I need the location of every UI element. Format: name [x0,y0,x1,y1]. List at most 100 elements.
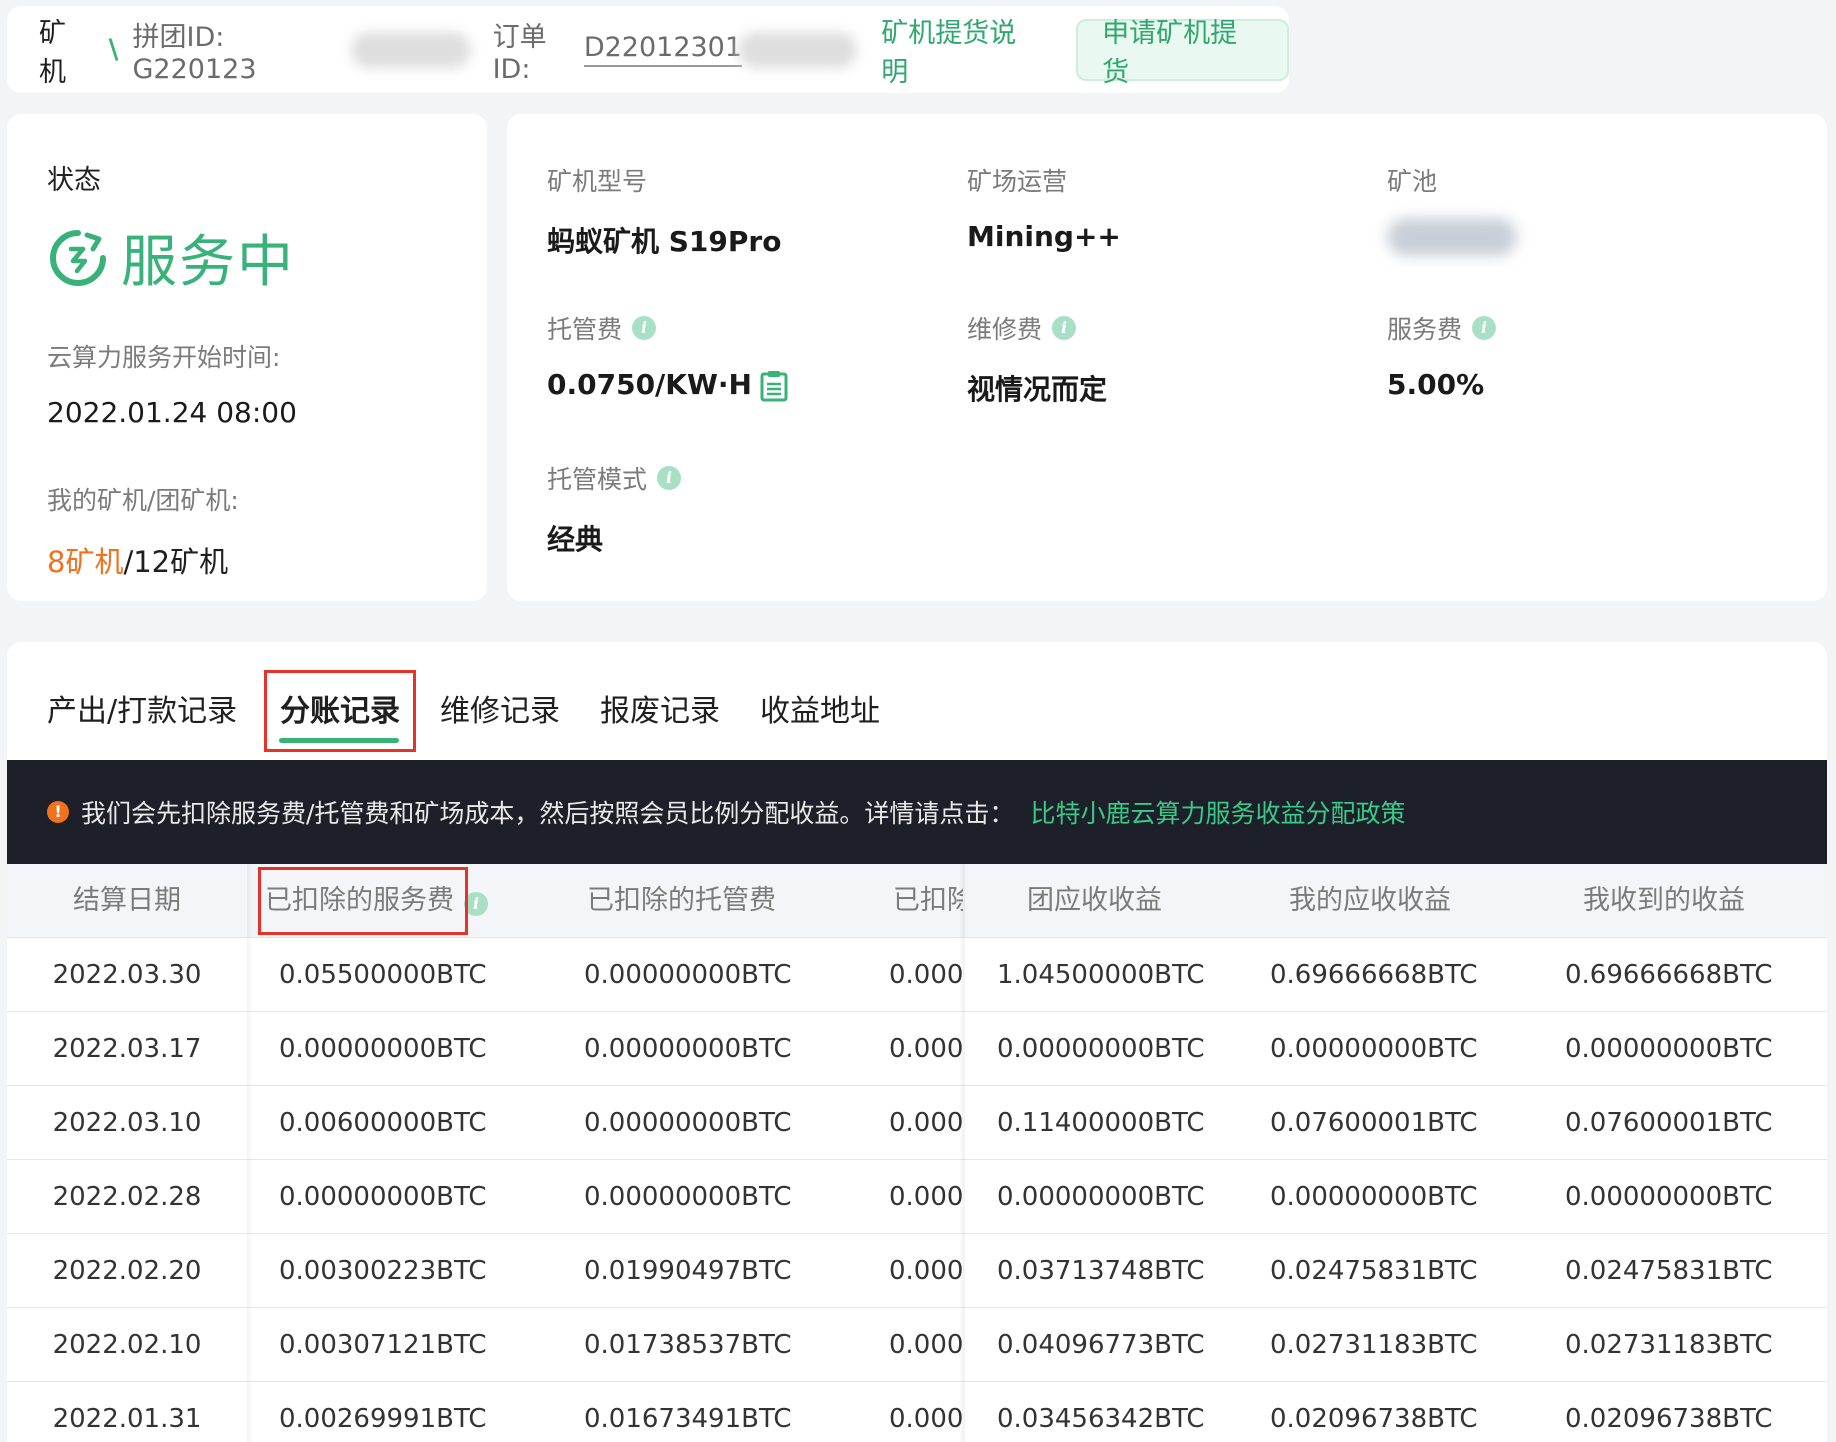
table-row: 2022.03.17 0.00000000BTC 0.00000000BTC 0.00… [7,1012,1827,1086]
model-label: 矿机型号 [547,167,648,196]
machines-value: 8矿机/12矿机 [47,539,487,581]
cell-truncated: 0.000 [889,1108,964,1138]
breadcrumb-separator: \ [108,34,119,65]
cell-my-income: 0.07600001BTC [1270,1108,1478,1138]
table-row: 2022.02.10 0.00307121BTC 0.01738537BTC 0.00… [7,1308,1827,1382]
highlight-box-header [258,867,468,935]
hosting-fee-label: 托管费 [547,315,623,344]
hosting-mode-field: 托管模式 i 经典 [547,460,682,558]
cell-truncated: 0.000 [889,1330,964,1360]
cell-hosting-fee: 0.01673491BTC [584,1404,792,1434]
pickup-info-link[interactable]: 矿机提货说明 [881,11,1042,89]
tab-income-address[interactable]: 收益地址 [760,686,880,730]
refresh-sync-icon [50,229,106,286]
cell-group-income: 0.03713748BTC [997,1256,1205,1286]
operator-value: Mining++ [967,220,1121,253]
breadcrumb-miner[interactable]: 矿机 [39,11,93,89]
cell-truncated: 0.000 [889,1256,964,1286]
cell-hosting-fee: 0.01738537BTC [584,1330,792,1360]
machine-info-card: 矿机型号 蚂蚁矿机 S19Pro 矿场运营 Mining++ 矿池 托管费 i 0… [507,114,1827,601]
fixed-column-shadow-right [959,864,965,1442]
cell-my-income: 0.02731183BTC [1270,1330,1478,1360]
cell-my-income: 0.69666668BTC [1270,960,1478,990]
policy-link[interactable]: 比特小鹿云算力服务收益分配政策 [1030,794,1405,830]
header-received-income: 我收到的收益 [1583,885,1745,916]
model-field: 矿机型号 蚂蚁矿机 S19Pro [547,162,781,260]
hosting-fee-value: 0.0750/KW·H [547,368,752,401]
tab-scrap-records[interactable]: 报废记录 [600,686,720,730]
cell-my-income: 0.00000000BTC [1270,1182,1478,1212]
cell-received-income: 0.00000000BTC [1565,1182,1773,1212]
notice-text: 我们会先扣除服务费/托管费和矿场成本，然后按照会员比例分配收益。详情请点击： [81,799,1015,828]
hosting-fee-info-icon[interactable]: i [632,316,657,340]
hosting-mode-info-icon[interactable]: i [657,466,682,490]
hosting-mode-value: 经典 [547,523,604,556]
cell-hosting-fee: 0.00000000BTC [584,1182,792,1212]
header-truncated: 已扣除 [893,885,963,916]
cell-service-fee: 0.05500000BTC [279,960,487,990]
cell-settle-date: 2022.02.10 [52,1330,202,1360]
cell-received-income: 0.02096738BTC [1565,1404,1773,1434]
pool-label: 矿池 [1387,167,1438,196]
repair-fee-value: 视情况而定 [967,373,1108,406]
status-label: 状态 [47,165,101,196]
service-fee-field: 服务费 i 5.00% [1387,310,1497,401]
cell-group-income: 1.04500000BTC [997,960,1205,990]
cell-group-income: 0.00000000BTC [997,1182,1205,1212]
order-id-redacted [738,31,858,68]
table-row: 2022.02.28 0.00000000BTC 0.00000000BTC 0.00… [7,1160,1827,1234]
header-hosting-fee: 已扣除的托管费 [587,885,776,916]
cell-hosting-fee: 0.00000000BTC [584,1034,792,1064]
cell-hosting-fee: 0.01990497BTC [584,1256,792,1286]
apply-pickup-button[interactable]: 申请矿机提货 [1076,18,1289,88]
pool-value-redacted [1387,218,1517,256]
cell-group-income: 0.00000000BTC [997,1034,1205,1064]
order-breadcrumb-bar: 矿机 \ 拼团ID: G220123 订单ID: D22012301 矿机提货说… [7,6,1289,93]
cell-service-fee: 0.00600000BTC [279,1108,487,1138]
machines-separator: / [123,545,134,579]
cell-settle-date: 2022.03.10 [52,1108,202,1138]
service-fee-label: 服务费 [1387,315,1463,344]
cell-received-income: 0.00000000BTC [1565,1034,1773,1064]
service-fee-info-icon[interactable]: i [1472,316,1497,340]
group-id-redacted [351,31,471,68]
operator-field: 矿场运营 Mining++ [967,162,1121,253]
header-group-income: 团应收收益 [1027,885,1162,916]
repair-fee-info-icon[interactable]: i [1052,316,1077,340]
cell-received-income: 0.69666668BTC [1565,960,1773,990]
cell-service-fee: 0.00307121BTC [279,1330,487,1360]
cell-settle-date: 2022.02.28 [52,1182,202,1212]
cell-my-income: 0.02475831BTC [1270,1256,1478,1286]
status-card: 状态 服务中 云算力服务开始时间: 2022.01.24 08:00 我的矿机/… [7,114,487,601]
status-state: 服务中 [121,230,295,295]
header-my-income: 我的应收收益 [1289,885,1451,916]
cell-my-income: 0.00000000BTC [1270,1034,1478,1064]
records-panel: 产出/打款记录 分账记录 维修记录 报废记录 收益地址 ! 我们会先扣除服务费/… [7,642,1827,1442]
records-tabs: 产出/打款记录 分账记录 维修记录 报废记录 收益地址 [7,642,1827,760]
tab-output-payment[interactable]: 产出/打款记录 [47,686,237,730]
cell-received-income: 0.07600001BTC [1565,1108,1773,1138]
cell-settle-date: 2022.02.20 [52,1256,202,1286]
cell-settle-date: 2022.03.17 [52,1034,202,1064]
cell-settle-date: 2022.01.31 [52,1404,202,1434]
status-state-row: 服务中 [47,217,487,298]
cell-my-income: 0.02096738BTC [1270,1404,1478,1434]
warning-icon: ! [47,801,69,823]
start-time-value: 2022.01.24 08:00 [47,396,297,429]
cell-service-fee: 0.00269991BTC [279,1404,487,1434]
tab-repair-records[interactable]: 维修记录 [440,686,560,730]
clipboard-icon[interactable] [760,370,788,402]
operator-label: 矿场运营 [967,167,1068,196]
cell-service-fee: 0.00300223BTC [279,1256,487,1286]
group-machines-count: 12矿机 [133,545,229,579]
cell-received-income: 0.02731183BTC [1565,1330,1773,1360]
cell-received-income: 0.02475831BTC [1565,1256,1773,1286]
table-row: 2022.03.30 0.05500000BTC 0.00000000BTC 0.00… [7,938,1827,1012]
cell-group-income: 0.03456342BTC [997,1404,1205,1434]
table-row: 2022.03.10 0.00600000BTC 0.00000000BTC 0.00… [7,1086,1827,1160]
order-id-link[interactable]: D22012301 [583,32,743,67]
cell-service-fee: 0.00000000BTC [279,1182,487,1212]
cell-truncated: 0.000 [889,960,964,990]
hosting-fee-field: 托管费 i 0.0750/KW·H [547,310,788,402]
cell-truncated: 0.000 [889,1034,964,1064]
